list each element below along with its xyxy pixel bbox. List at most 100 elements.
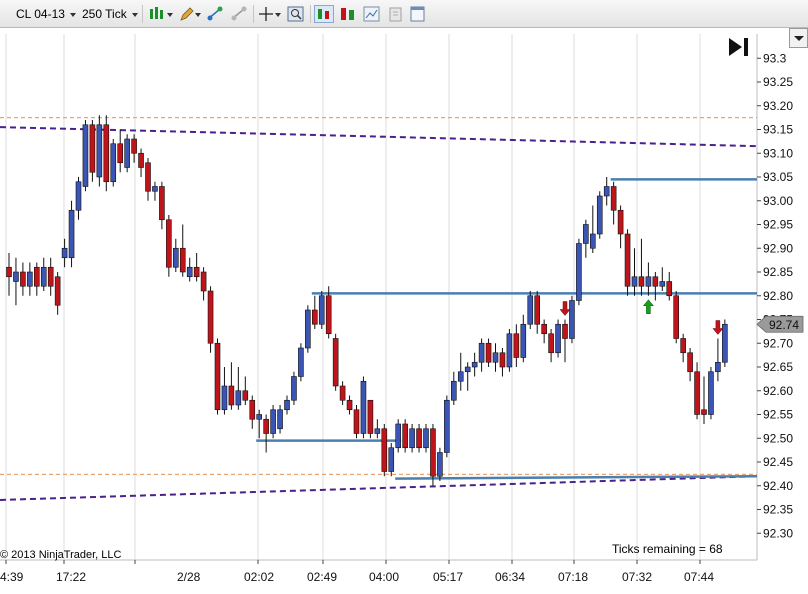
candle-body — [708, 371, 714, 415]
candle — [555, 319, 561, 358]
candle-body — [131, 138, 137, 154]
price-tick-label: 92.55 — [763, 408, 793, 422]
candle — [214, 338, 221, 415]
candle-body — [318, 295, 325, 325]
candle-body — [562, 323, 568, 339]
candle-body — [478, 342, 485, 363]
candle — [569, 295, 575, 344]
candle-body — [464, 366, 471, 373]
candle — [367, 399, 374, 439]
time-tick-label: 07:18 — [558, 570, 588, 584]
time-axis: 4:39 17:22 2/28 02:02 02:49 04:00 05:17 06:34 07… — [0, 560, 714, 584]
candle — [673, 291, 680, 344]
candle — [68, 200, 75, 268]
candle-body — [471, 361, 478, 368]
time-tick-label: 07:32 — [622, 570, 652, 584]
candle-body — [33, 266, 40, 287]
candle — [722, 319, 728, 367]
candle-body — [430, 428, 436, 477]
candle-body — [457, 371, 464, 382]
candle-body — [353, 409, 360, 434]
candle-body — [360, 380, 367, 434]
price-chart[interactable]: 93.3 93.25 93.20 93.15 93.10 93.05 93.00 92.95 9… — [0, 0, 808, 594]
candle — [332, 333, 339, 391]
candle-body — [291, 376, 297, 401]
candle-body — [311, 309, 318, 325]
candle-body — [138, 152, 144, 168]
candle — [527, 291, 534, 329]
candle-body — [270, 409, 276, 434]
candle-body — [89, 124, 96, 173]
price-tick-label: 93.15 — [763, 123, 793, 137]
candle-body — [145, 162, 151, 192]
price-tick-label: 93.05 — [763, 170, 793, 184]
candle — [506, 329, 513, 372]
candle-body — [638, 276, 645, 287]
candle-body — [395, 423, 402, 449]
candle — [207, 286, 214, 353]
candle — [437, 447, 443, 481]
price-tick-label: 92.95 — [763, 218, 793, 232]
candle — [305, 305, 311, 353]
candle — [430, 424, 436, 486]
candle-body — [381, 428, 388, 472]
candle — [82, 120, 89, 192]
candle — [110, 139, 117, 187]
price-tick-label: 93.25 — [763, 75, 793, 89]
candle-body — [152, 186, 158, 192]
candle-body — [680, 338, 686, 354]
candle-body — [339, 385, 346, 401]
candle-body — [110, 143, 117, 183]
candle-body — [624, 233, 631, 287]
candle-body — [117, 143, 123, 164]
copyright-text: © 2013 NinjaTrader, LLC — [0, 549, 122, 561]
candle-body — [193, 266, 200, 278]
grid — [0, 34, 758, 561]
candle-body — [256, 414, 263, 420]
candle-body — [701, 409, 707, 415]
candle-body — [555, 323, 561, 354]
candle — [270, 405, 276, 439]
candle-body — [166, 219, 172, 268]
candle-body — [68, 209, 75, 259]
time-tick-label: 02:02 — [244, 570, 274, 584]
time-tick-label: 2/28 — [177, 570, 201, 584]
candle — [395, 419, 402, 453]
candle-body — [527, 295, 534, 325]
price-tick-label: 92.60 — [763, 384, 793, 398]
candle-body — [263, 418, 269, 434]
price-tick-label: 92.70 — [763, 336, 793, 350]
candle-body — [346, 399, 353, 411]
price-tick-label: 93.00 — [763, 194, 793, 208]
time-tick-label: 4:39 — [0, 570, 24, 584]
price-tick-label: 92.30 — [763, 526, 793, 540]
candle-body — [200, 271, 207, 292]
candle-body — [534, 295, 541, 325]
candle-body — [228, 385, 235, 406]
candle — [381, 424, 388, 477]
price-tick-label: 93.10 — [763, 146, 793, 160]
price-tick-label: 92.65 — [763, 360, 793, 374]
time-tick-label: 07:44 — [684, 570, 714, 584]
candle-body — [603, 186, 610, 197]
candle — [298, 343, 304, 382]
candle — [291, 371, 297, 405]
candle-body — [409, 428, 415, 449]
plot-background — [0, 34, 757, 560]
candle-body — [631, 276, 638, 287]
candle-body — [6, 266, 12, 278]
candle — [360, 376, 367, 439]
candle-body — [506, 333, 513, 368]
candle-body — [103, 124, 110, 183]
ticks-remaining-text: Ticks remaining = 68 — [612, 542, 723, 556]
candle — [318, 291, 325, 329]
candle — [708, 367, 714, 420]
candle-body — [652, 276, 659, 287]
candle-body — [388, 447, 395, 472]
candle-body — [569, 300, 575, 339]
price-tick-label: 92.50 — [763, 431, 793, 445]
candle-body — [159, 186, 165, 221]
candle-body — [96, 124, 103, 178]
candle — [96, 115, 103, 187]
price-tick-label: 92.45 — [763, 455, 793, 469]
